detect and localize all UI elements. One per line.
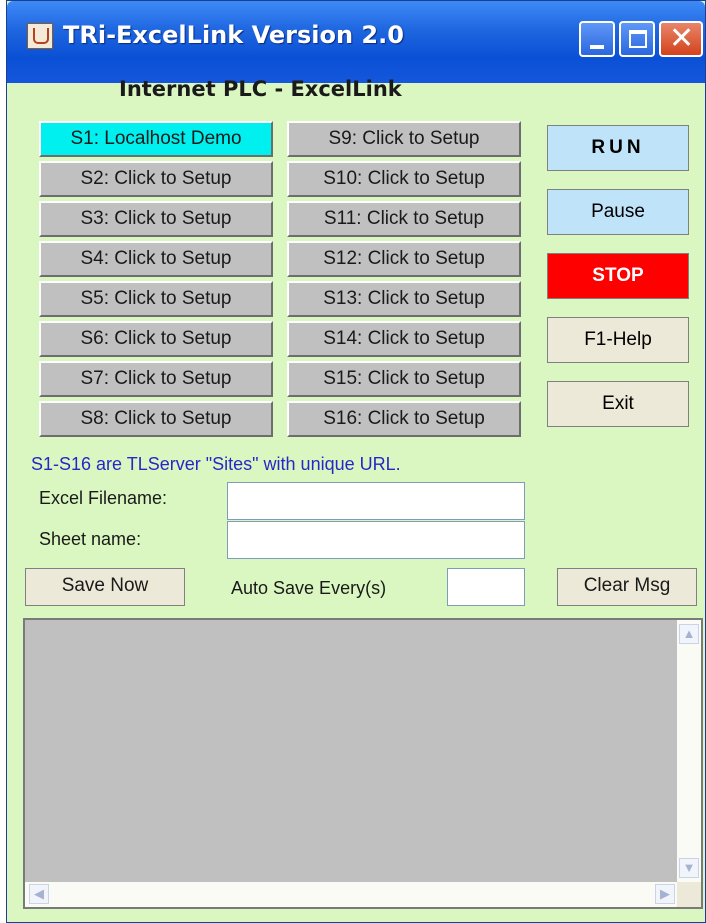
- site-button-s7[interactable]: S7: Click to Setup: [39, 361, 273, 397]
- site-button-s8[interactable]: S8: Click to Setup: [39, 401, 273, 437]
- minimize-button[interactable]: [579, 21, 615, 57]
- chevron-down-icon[interactable]: ▼: [679, 858, 699, 878]
- site-button-s14[interactable]: S14: Click to Setup: [287, 321, 521, 357]
- minimize-icon: [590, 45, 604, 49]
- app-heading: Internet PLC - ExcelLink: [119, 77, 402, 101]
- sheet-name-field[interactable]: [227, 521, 525, 559]
- site-button-s16[interactable]: S16: Click to Setup: [287, 401, 521, 437]
- vertical-scrollbar[interactable]: ▲ ▼: [677, 620, 701, 882]
- exit-button[interactable]: Exit: [547, 381, 689, 427]
- site-button-s12[interactable]: S12: Click to Setup: [287, 241, 521, 277]
- pause-button[interactable]: Pause: [547, 189, 689, 235]
- excel-filename-field[interactable]: [227, 482, 525, 520]
- app-window: TRi-ExcelLink Version 2.0 ✕ Internet PLC…: [6, 0, 706, 923]
- site-button-s10[interactable]: S10: Click to Setup: [287, 161, 521, 197]
- close-button[interactable]: ✕: [659, 21, 703, 57]
- site-button-s6[interactable]: S6: Click to Setup: [39, 321, 273, 357]
- close-icon: ✕: [669, 21, 695, 56]
- title-bar[interactable]: TRi-ExcelLink Version 2.0 ✕: [7, 1, 705, 83]
- excel-filename-label: Excel Filename:: [39, 488, 168, 508]
- maximize-button[interactable]: [619, 21, 655, 57]
- horizontal-scrollbar[interactable]: ◀ ▶: [25, 882, 679, 907]
- site-button-s2[interactable]: S2: Click to Setup: [39, 161, 273, 197]
- site-button-s15[interactable]: S15: Click to Setup: [287, 361, 521, 397]
- window-title: TRi-ExcelLink Version 2.0: [63, 21, 404, 49]
- sites-note: S1-S16 are TLServer "Sites" with unique …: [31, 454, 401, 474]
- save-now-button[interactable]: Save Now: [25, 568, 185, 606]
- site-button-s3[interactable]: S3: Click to Setup: [39, 201, 273, 237]
- chevron-left-icon[interactable]: ◀: [29, 884, 49, 904]
- site-button-s4[interactable]: S4: Click to Setup: [39, 241, 273, 277]
- site-button-s11[interactable]: S11: Click to Setup: [287, 201, 521, 237]
- scrollbar-corner: [677, 882, 701, 907]
- site-button-s1[interactable]: S1: Localhost Demo: [39, 121, 273, 157]
- stop-button[interactable]: STOP: [547, 253, 689, 299]
- site-button-s9[interactable]: S9: Click to Setup: [287, 121, 521, 157]
- message-area[interactable]: ▲ ▼ ◀ ▶: [23, 618, 703, 909]
- site-button-s5[interactable]: S5: Click to Setup: [39, 281, 273, 317]
- site-button-s13[interactable]: S13: Click to Setup: [287, 281, 521, 317]
- clear-msg-button[interactable]: Clear Msg: [557, 568, 697, 606]
- sheet-name-label: Sheet name:: [39, 529, 142, 549]
- auto-save-label: Auto Save Every(s): [231, 578, 387, 598]
- run-button[interactable]: RUN: [547, 125, 689, 171]
- maximize-icon: [629, 30, 647, 48]
- java-cup-icon[interactable]: [27, 23, 53, 49]
- auto-save-interval-field[interactable]: [447, 568, 525, 606]
- help-button[interactable]: F1-Help: [547, 317, 689, 363]
- chevron-up-icon[interactable]: ▲: [679, 624, 699, 644]
- chevron-right-icon[interactable]: ▶: [655, 884, 675, 904]
